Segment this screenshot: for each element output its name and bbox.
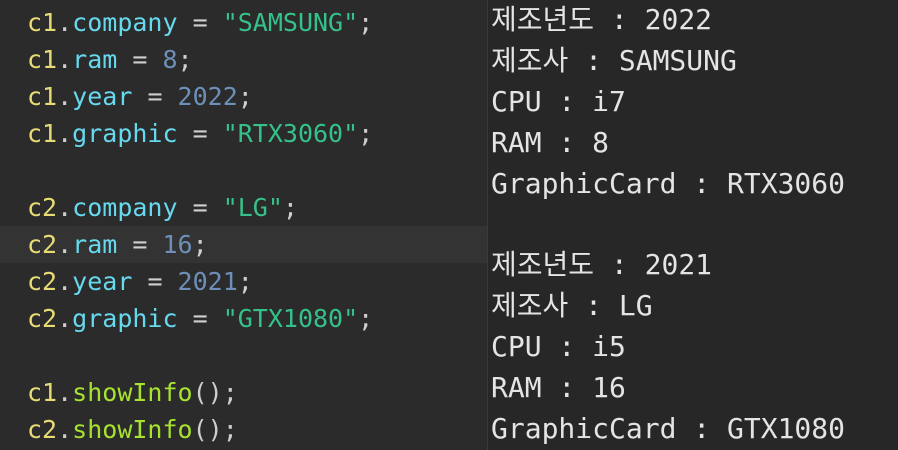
string-literal: "SAMSUNG"	[222, 8, 359, 37]
semicolon: ;	[358, 119, 374, 148]
ide-window: c1.company = "SAMSUNG"; c1.ram = 8; c1.y…	[0, 0, 898, 450]
string-literal: "LG"	[222, 193, 283, 222]
method-name: showInfo	[72, 378, 193, 407]
string-literal: "GTX1080"	[222, 304, 359, 333]
semicolon: ;	[358, 8, 374, 37]
assign-operator: =	[177, 193, 223, 222]
number-literal: 16	[162, 230, 193, 259]
console-line: 제조년도 : 2022	[491, 3, 713, 36]
code-line[interactable]: c1.ram = 8;	[0, 41, 487, 78]
property-name: ram	[72, 230, 118, 259]
console-line: 제조년도 : 2021	[491, 248, 713, 281]
property-name: year	[72, 82, 133, 111]
assign-operator: =	[177, 304, 223, 333]
code-editor[interactable]: c1.company = "SAMSUNG"; c1.ram = 8; c1.y…	[0, 0, 487, 450]
console-output[interactable]: 제조년도 : 2022 제조사 : SAMSUNG CPU : i7 RAM :…	[488, 0, 898, 450]
dot: .	[57, 193, 73, 222]
assign-operator: =	[132, 267, 178, 296]
call-parens: ()	[192, 378, 223, 407]
code-line[interactable]: c2.company = "LG";	[0, 189, 487, 226]
object-name: c2	[27, 415, 58, 444]
property-name: graphic	[72, 304, 178, 333]
call-parens: ()	[192, 415, 223, 444]
property-name: ram	[72, 45, 118, 74]
semicolon: ;	[237, 267, 253, 296]
string-literal: "RTX3060"	[222, 119, 359, 148]
console-line: CPU : i7	[491, 85, 626, 118]
assign-operator: =	[132, 82, 178, 111]
code-line[interactable]: c1.year = 2022;	[0, 78, 487, 115]
code-line[interactable]: c1.company = "SAMSUNG";	[0, 4, 487, 41]
object-name: c1	[27, 119, 58, 148]
assign-operator: =	[117, 45, 163, 74]
code-line[interactable]: c1.graphic = "RTX3060";	[0, 115, 487, 152]
property-name: graphic	[72, 119, 178, 148]
dot: .	[57, 8, 73, 37]
object-name: c2	[27, 193, 58, 222]
number-literal: 8	[162, 45, 178, 74]
console-line: GraphicCard : GTX1080	[491, 412, 846, 445]
dot: .	[57, 378, 73, 407]
semicolon: ;	[358, 304, 374, 333]
assign-operator: =	[177, 8, 223, 37]
method-name: showInfo	[72, 415, 193, 444]
console-line: RAM : 8	[491, 126, 610, 159]
code-line[interactable]: c2.graphic = "GTX1080";	[0, 300, 487, 337]
property-name: year	[72, 267, 133, 296]
code-line-current[interactable]: c2.ram = 16;	[0, 226, 487, 263]
assign-operator: =	[117, 230, 163, 259]
semicolon: ;	[177, 45, 193, 74]
dot: .	[57, 119, 73, 148]
dot: .	[57, 82, 73, 111]
number-literal: 2021	[177, 267, 238, 296]
semicolon: ;	[192, 230, 208, 259]
property-name: company	[72, 193, 178, 222]
number-literal: 2022	[177, 82, 238, 111]
console-line: RAM : 16	[491, 371, 626, 404]
dot: .	[57, 267, 73, 296]
dot: .	[57, 304, 73, 333]
object-name: c2	[27, 230, 58, 259]
object-name: c1	[27, 45, 58, 74]
object-name: c1	[27, 82, 58, 111]
semicolon: ;	[222, 378, 238, 407]
dot: .	[57, 230, 73, 259]
console-line: 제조사 : LG	[491, 289, 653, 322]
object-name: c2	[27, 267, 58, 296]
object-name: c1	[27, 378, 58, 407]
semicolon: ;	[237, 82, 253, 111]
dot: .	[57, 45, 73, 74]
assign-operator: =	[177, 119, 223, 148]
console-line: 제조사 : SAMSUNG	[491, 44, 737, 77]
console-line: GraphicCard : RTX3060	[491, 167, 846, 200]
object-name: c1	[27, 8, 58, 37]
property-name: company	[72, 8, 178, 37]
code-line[interactable]: c2.showInfo();	[0, 411, 487, 448]
dot: .	[57, 415, 73, 444]
code-line[interactable]: c2.year = 2021;	[0, 263, 487, 300]
code-line[interactable]: c1.showInfo();	[0, 374, 487, 411]
semicolon: ;	[222, 415, 238, 444]
console-line: CPU : i5	[491, 330, 626, 363]
object-name: c2	[27, 304, 58, 333]
semicolon: ;	[282, 193, 298, 222]
